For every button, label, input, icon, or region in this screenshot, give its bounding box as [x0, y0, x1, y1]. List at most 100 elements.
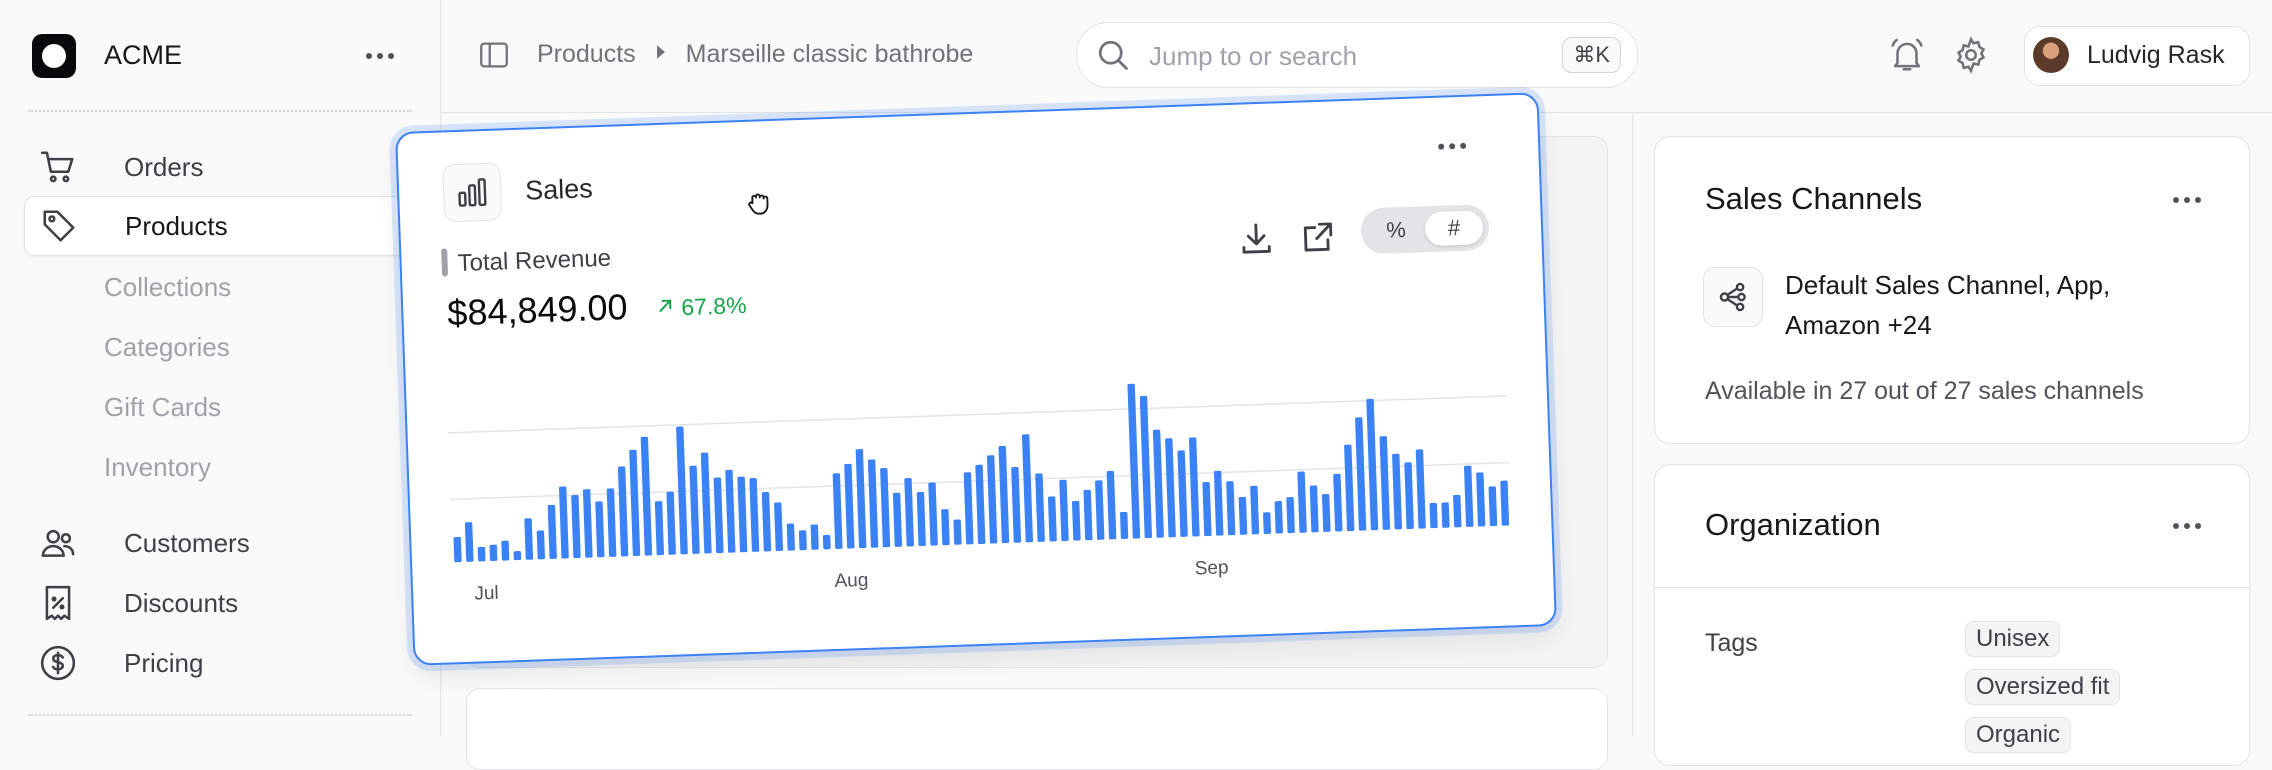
chart-bar — [1476, 472, 1486, 527]
search-placeholder: Jump to or search — [1149, 41, 1358, 71]
chart-bar — [1297, 471, 1307, 533]
chart-bar — [1213, 470, 1224, 536]
bell-icon[interactable] — [1888, 36, 1926, 79]
bar-chart-icon — [442, 162, 503, 223]
sidebar-subitem-gift-cards[interactable]: Gift Cards — [104, 392, 221, 423]
sidebar-item-discounts[interactable]: Discounts — [24, 574, 454, 632]
chart-bar — [571, 494, 581, 559]
chart-bar — [832, 473, 843, 549]
chart-bar — [953, 519, 962, 545]
chart-bar — [1263, 512, 1272, 535]
chart-bar — [453, 536, 462, 563]
chart-bar — [1441, 502, 1450, 528]
download-icon[interactable] — [1237, 219, 1276, 263]
revenue-delta: 67.8% — [655, 292, 747, 322]
chart-bar — [640, 436, 653, 556]
chart-bar — [1463, 465, 1474, 527]
channels-icon — [1703, 267, 1763, 327]
arrow-up-right-icon — [655, 294, 676, 322]
sidebar-item-label: Pricing — [124, 647, 204, 678]
sales-card[interactable]: Sales Total Revenue $84,849.00 67.8% % #… — [395, 92, 1557, 666]
chart-bar — [1152, 429, 1164, 538]
sidebar-item-products[interactable]: Products — [24, 196, 456, 256]
chart-bar — [1095, 480, 1105, 540]
sidebar-item-orders[interactable]: Orders — [24, 138, 454, 196]
tag-chip[interactable]: Oversized fit — [1965, 669, 2121, 705]
sales-channels-more-icon[interactable] — [2173, 197, 2201, 203]
channels-line-1: Default Sales Channel, App, — [1785, 270, 2111, 300]
chart-bar — [617, 466, 629, 557]
value-mode-toggle[interactable]: % # — [1360, 204, 1490, 255]
chart-bar — [1165, 438, 1176, 538]
sidebar-subitem-categories[interactable]: Categories — [104, 332, 230, 363]
chart-bar — [1083, 489, 1093, 541]
chart-bar — [1059, 479, 1069, 542]
chart-bar — [737, 476, 748, 553]
chart-bar — [547, 504, 557, 559]
toggle-number[interactable]: # — [1424, 210, 1484, 247]
tags-label: Tags — [1705, 629, 1758, 657]
chart-bar — [1250, 485, 1260, 535]
metric-indicator — [441, 248, 449, 277]
chart-bar — [513, 551, 522, 561]
chart-gridline — [447, 395, 1507, 434]
brand-logo[interactable] — [32, 34, 76, 78]
channels-list: Default Sales Channel, App, Amazon +24 — [1785, 265, 2110, 345]
breadcrumb-products[interactable]: Products — [537, 40, 636, 69]
toggle-percent[interactable]: % — [1366, 212, 1425, 248]
sidebar-item-label: Orders — [124, 151, 204, 182]
chart-bar — [477, 546, 486, 562]
chart-bar — [855, 449, 867, 549]
chart-bar — [1333, 473, 1343, 532]
chart-x-tick-label: Sep — [1194, 557, 1229, 579]
currency-dollar-icon — [38, 643, 78, 683]
chart-bar — [1392, 453, 1402, 530]
sales-channels-title: Sales Channels — [1705, 181, 1923, 216]
cart-icon — [38, 147, 78, 187]
chart-bar — [810, 524, 819, 550]
chart-bar — [1404, 462, 1414, 530]
organization-more-icon[interactable] — [2173, 523, 2201, 529]
sales-card-more-icon[interactable] — [1438, 142, 1467, 150]
organization-divider — [1655, 587, 2249, 588]
sidebar-subitem-inventory[interactable]: Inventory — [104, 452, 211, 483]
gear-icon[interactable] — [1952, 36, 1990, 79]
sidebar-item-label: Customers — [124, 527, 250, 558]
organization-title: Organization — [1705, 507, 1881, 542]
chart-bar — [880, 467, 891, 548]
revenue-delta-value: 67.8% — [680, 291, 747, 321]
sidebar-divider — [28, 714, 412, 716]
column-divider — [1632, 112, 1633, 736]
chart-bar — [1286, 497, 1295, 534]
chart-bar — [774, 502, 784, 552]
metric-label: Total Revenue — [457, 244, 612, 278]
breadcrumb: Products Marseille classic bathrobe — [537, 40, 973, 69]
chart-bar — [536, 530, 545, 560]
receipt-percent-icon — [38, 583, 78, 623]
chart-bar — [1274, 501, 1283, 534]
tag-chip[interactable]: Unisex — [1965, 621, 2061, 657]
chart-bar — [1366, 398, 1379, 531]
search-input[interactable]: Jump to or search ⌘K — [1076, 22, 1638, 88]
chart-bar — [725, 469, 736, 553]
chart-bar — [1120, 511, 1129, 539]
sidebar-item-pricing[interactable]: Pricing — [24, 634, 454, 692]
external-link-icon[interactable] — [1299, 217, 1338, 261]
chart-bar — [1226, 481, 1236, 536]
chart-bar — [700, 452, 712, 554]
sidebar-more-icon[interactable] — [366, 53, 394, 59]
channels-availability: Available in 27 out of 27 sales channels — [1705, 377, 2144, 405]
chart-bar — [904, 477, 914, 547]
sales-bar-chart: Jul Aug Sep — [447, 383, 1510, 605]
chart-bar — [975, 464, 986, 544]
chart-x-tick-label: Aug — [834, 570, 869, 592]
brand-name[interactable]: ACME — [104, 40, 182, 71]
user-menu-button[interactable]: Ludvig Rask — [2024, 26, 2250, 86]
sidebar-subitem-collections[interactable]: Collections — [104, 272, 231, 303]
chart-bar — [963, 472, 974, 545]
sidebar-item-customers[interactable]: Customers — [24, 514, 454, 572]
sidebar-toggle-icon[interactable] — [477, 38, 511, 77]
chart-bar — [629, 449, 641, 557]
chart-bar — [786, 523, 795, 551]
tag-chip[interactable]: Organic — [1965, 717, 2072, 753]
